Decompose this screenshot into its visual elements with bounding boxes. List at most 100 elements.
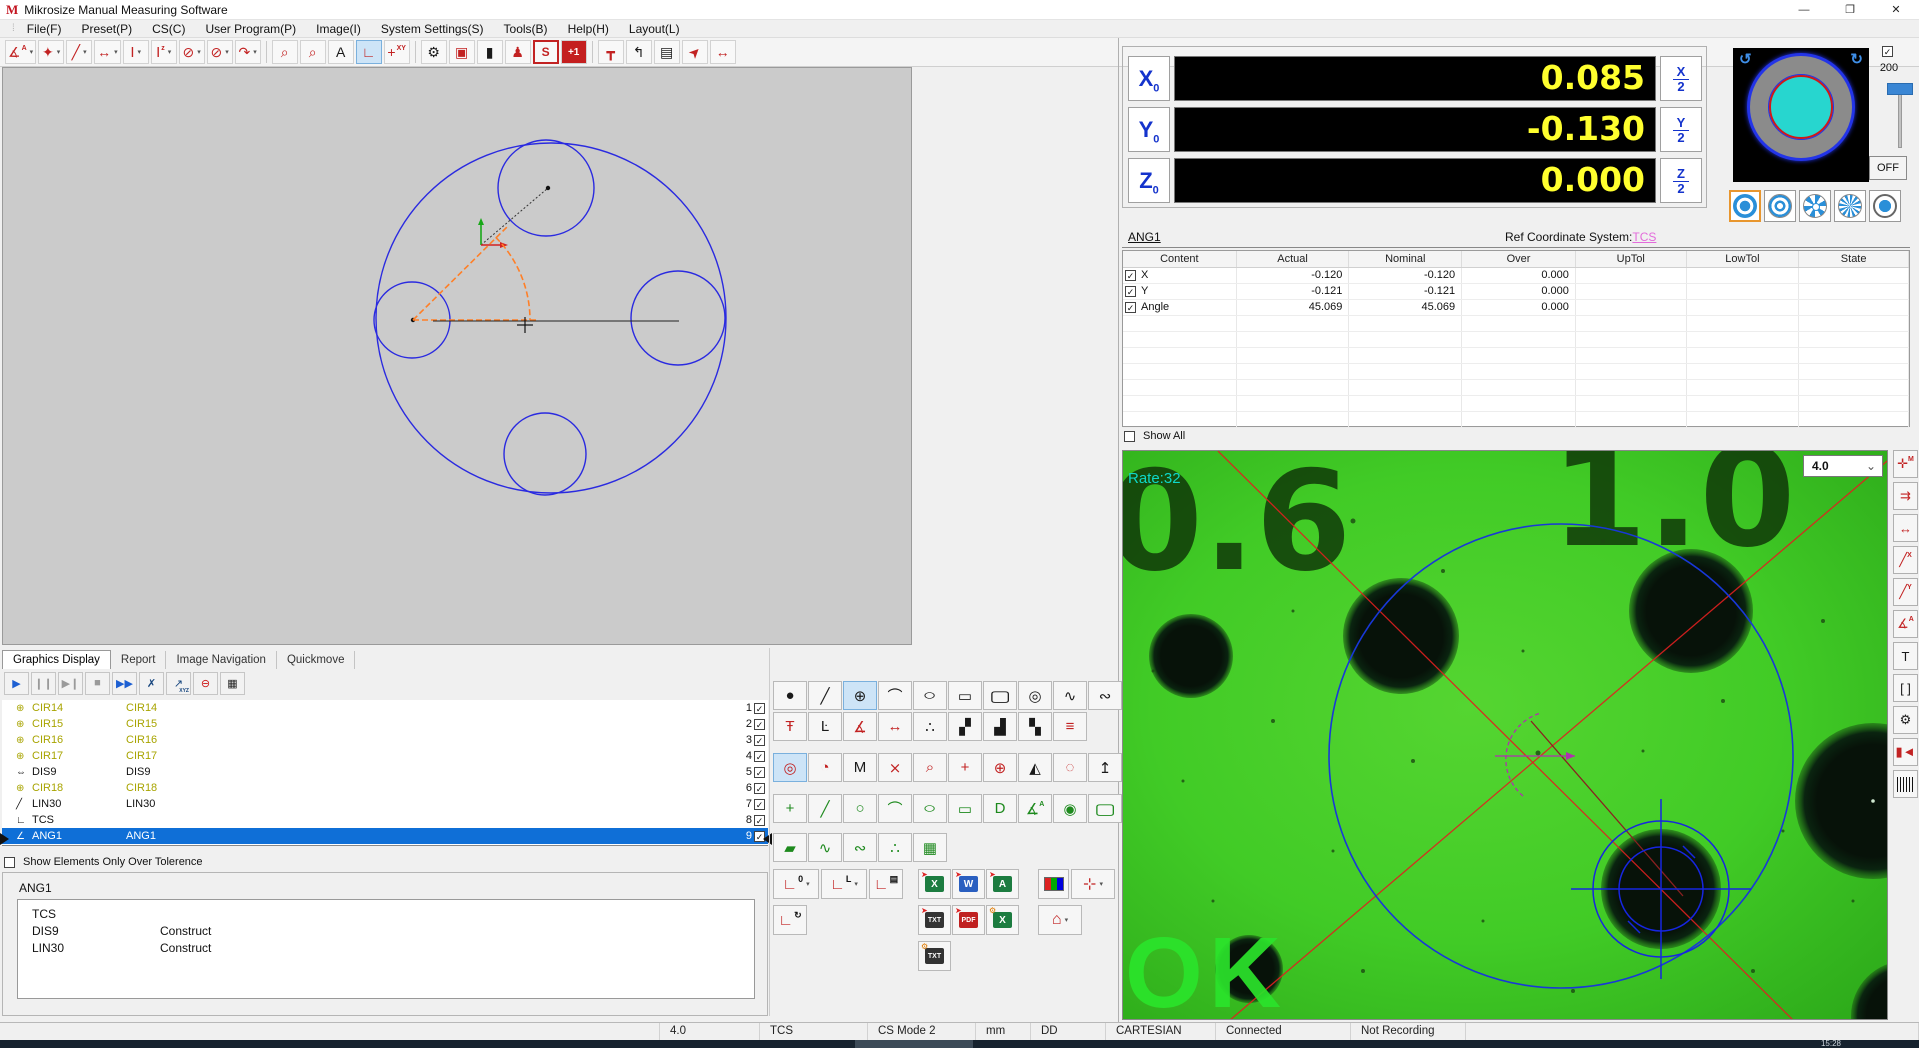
rotate-left-icon[interactable]: ↺: [1739, 50, 1752, 68]
zoom-tool[interactable]: ⌕: [272, 40, 298, 64]
element-checkbox[interactable]: ✓: [754, 735, 765, 746]
coaxial-light-mode-button[interactable]: [1764, 190, 1796, 222]
camera-settings-tool[interactable]: ⚙: [1893, 706, 1918, 734]
tolerance-filter-checkbox[interactable]: [4, 857, 15, 868]
element-checkbox[interactable]: ✓: [754, 815, 765, 826]
axis-distance-tool[interactable]: ↔: [710, 40, 736, 64]
xy-readout-tool[interactable]: +XY: [384, 40, 410, 64]
timer-button[interactable]: ▦: [220, 672, 245, 695]
width-measure-tool[interactable]: ↔: [1893, 514, 1918, 542]
detail-box[interactable]: TCSDIS9ConstructLIN30Construct: [17, 899, 755, 999]
block-button[interactable]: ⊖: [193, 672, 218, 695]
line-tool[interactable]: ╱: [808, 681, 842, 710]
multi-measure-tool[interactable]: ⇉: [1893, 482, 1918, 510]
construct-rectangle-tool[interactable]: ▭: [948, 794, 982, 823]
tab-image-navigation[interactable]: Image Navigation: [166, 651, 277, 669]
txt-template-button[interactable]: TXT⚙: [918, 941, 951, 971]
ellipse-tool[interactable]: ○: [913, 681, 947, 710]
menu-item-help-h-[interactable]: Help(H): [558, 21, 619, 37]
list-item-cir15[interactable]: ⊕CIR15CIR152✓: [2, 716, 768, 732]
s-program-tool[interactable]: S: [533, 40, 559, 64]
rectangle-tool[interactable]: ▭: [948, 681, 982, 710]
table-row[interactable]: [1123, 412, 1909, 428]
point-cloud-tool[interactable]: ∴: [913, 712, 947, 741]
program-window-tool[interactable]: ▣: [449, 40, 475, 64]
taskbar[interactable]: 15:28: [0, 1040, 1919, 1048]
pin-t-tool[interactable]: ┳: [598, 40, 624, 64]
x-measure-tool[interactable]: ╱X: [1893, 546, 1918, 574]
construct-circle-tool[interactable]: ○: [843, 794, 877, 823]
auto-circle-tool[interactable]: ◎: [773, 753, 807, 782]
list-item-dis9[interactable]: ⇔DIS9DIS95✓: [2, 764, 768, 780]
back-tool[interactable]: ↰: [626, 40, 652, 64]
list-item-cir16[interactable]: ⊕CIR16CIR163✓: [2, 732, 768, 748]
add-one-tool[interactable]: +1: [561, 40, 587, 64]
home-button[interactable]: ⌂▾: [1038, 905, 1082, 935]
rgb-camera-button[interactable]: [1038, 869, 1069, 899]
cs-save-tool[interactable]: ∟▤: [869, 869, 903, 899]
row-checkbox[interactable]: ✓: [1125, 286, 1136, 297]
element-checkbox[interactable]: ✓: [754, 783, 765, 794]
menu-item-preset-p-[interactable]: Preset(P): [71, 21, 142, 37]
auto-cross-tool[interactable]: +: [948, 753, 982, 782]
parallel-tool[interactable]: ≡: [1053, 712, 1087, 741]
fast-forward-button[interactable]: ▶▶: [112, 672, 137, 695]
contour-tool[interactable]: ∾: [1088, 681, 1122, 710]
construct-ellipse-tool[interactable]: ○: [913, 794, 947, 823]
element-checkbox[interactable]: ✓: [754, 719, 765, 730]
depth-tool[interactable]: Ŀ: [808, 712, 842, 741]
construct-slot-tool[interactable]: ▢: [1088, 794, 1122, 823]
row-checkbox[interactable]: ✓: [1125, 302, 1136, 313]
diameter-measure-tool[interactable]: ⊘▾: [207, 40, 233, 64]
menu-item-user-program-p-[interactable]: User Program(P): [195, 21, 306, 37]
construct-point-tool[interactable]: +: [773, 794, 807, 823]
angle-measure-tool[interactable]: ∡A▾: [5, 40, 36, 64]
export-pdf-button[interactable]: PDF➤: [952, 905, 985, 935]
dro-half-z-button[interactable]: Z2: [1660, 158, 1702, 203]
light-slider-handle[interactable]: [1887, 83, 1913, 95]
tab-report[interactable]: Report: [111, 651, 167, 669]
segment-light-mode-button[interactable]: [1799, 190, 1831, 222]
calculator-tool[interactable]: ▦: [913, 833, 947, 862]
dro-label-z[interactable]: Z0: [1128, 158, 1170, 203]
pushpin-tool[interactable]: ➤: [682, 40, 708, 64]
graphics-canvas[interactable]: [2, 67, 912, 645]
list-item-tcs[interactable]: ∟TCS8✓: [2, 812, 768, 828]
tab-graphics-display[interactable]: Graphics Display: [2, 650, 111, 669]
dro-label-y[interactable]: Y0: [1128, 107, 1170, 152]
menu-item-cs-c-[interactable]: CS(C): [142, 21, 195, 37]
table-row[interactable]: [1123, 332, 1909, 348]
xyz-move-button[interactable]: ↗XYZ: [166, 672, 191, 695]
list-item-ang1[interactable]: ∠ANG1ANG19✓: [2, 828, 768, 844]
text-tool[interactable]: A: [328, 40, 354, 64]
table-row[interactable]: ✓X-0.120-0.1200.000: [1123, 268, 1909, 284]
table-row[interactable]: [1123, 316, 1909, 332]
auto-arc-tool[interactable]: ◔: [808, 753, 842, 782]
coordinate-system-tool[interactable]: ∟: [356, 40, 382, 64]
dro-half-y-button[interactable]: Y2: [1660, 107, 1702, 152]
arc-tool[interactable]: ⌒: [878, 681, 912, 710]
export-report-button[interactable]: A➤: [986, 869, 1019, 899]
construct-plane-tool[interactable]: ▰: [773, 833, 807, 862]
auto-box-tool[interactable]: ↥: [1088, 753, 1122, 782]
row-checkbox[interactable]: ✓: [1125, 270, 1136, 281]
profile-a-tool[interactable]: ▞: [948, 712, 982, 741]
pause-capture-tool[interactable]: ▮◄: [1893, 738, 1918, 766]
list-item-cir18[interactable]: ⊕CIR18CIR186✓: [2, 780, 768, 796]
light-core[interactable]: [1769, 75, 1833, 139]
cs-rotate-tool[interactable]: ∟↻: [773, 905, 807, 935]
feature-name[interactable]: ANG1: [1128, 230, 1161, 244]
distance-tool[interactable]: ↔: [878, 712, 912, 741]
curve-tool[interactable]: ∿: [1053, 681, 1087, 710]
ring-light-mode-button[interactable]: [1729, 190, 1761, 222]
magnification-select[interactable]: 4.0 ⌄: [1803, 455, 1883, 477]
y-measure-tool[interactable]: ╱Y: [1893, 578, 1918, 606]
stop-button[interactable]: ■: [85, 672, 110, 695]
point-measure-tool[interactable]: ✦▾: [38, 40, 64, 64]
table-row[interactable]: ✓Y-0.121-0.1210.000: [1123, 284, 1909, 300]
auto-intersect-tool[interactable]: ⨯: [878, 753, 912, 782]
taskbar-app-button[interactable]: [855, 1040, 973, 1048]
height-z-measure-tool[interactable]: Ⅰz▾: [151, 40, 177, 64]
element-checkbox[interactable]: ✓: [754, 751, 765, 762]
menu-item-tools-b-[interactable]: Tools(B): [494, 21, 558, 37]
